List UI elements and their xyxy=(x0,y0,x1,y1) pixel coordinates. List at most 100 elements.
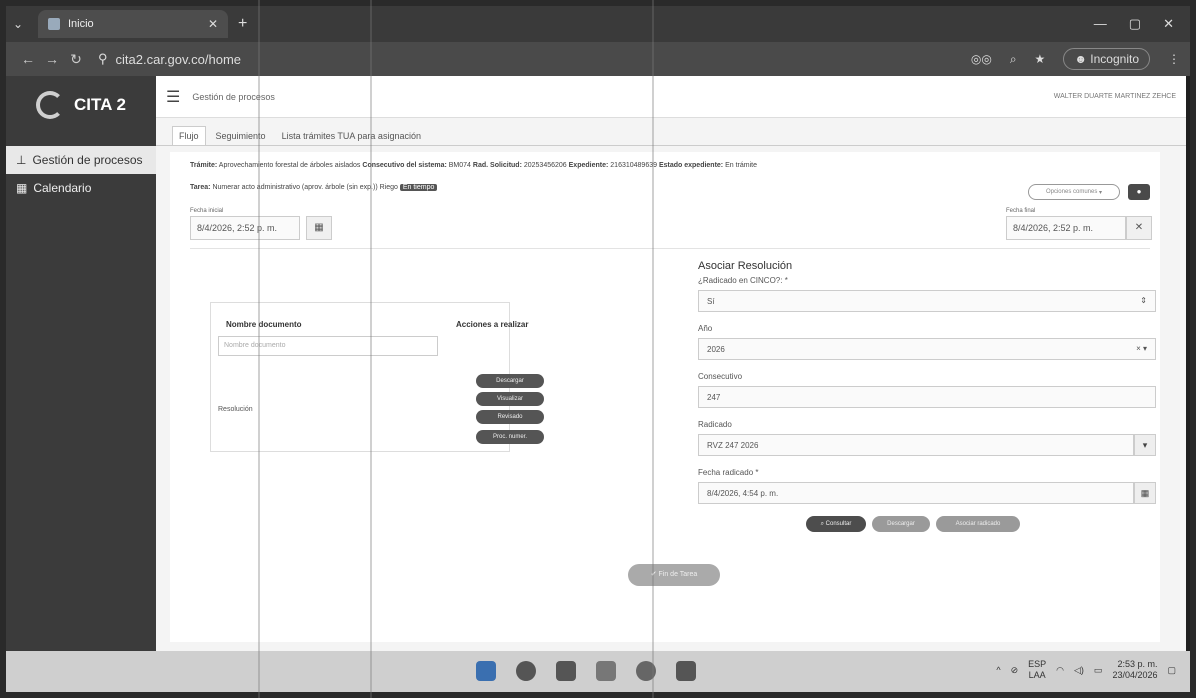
radicado-cinco-value: Sí xyxy=(707,297,715,306)
radicado-cinco-select[interactable]: Sí ⇕ xyxy=(698,290,1156,312)
tramite-value: Aprovechamiento forestal de árboles aisl… xyxy=(218,162,361,169)
end-task-button[interactable]: ✔ Fin de Tarea xyxy=(628,564,720,586)
battery-icon[interactable]: ▭ xyxy=(1094,665,1103,676)
new-tab-icon[interactable]: + xyxy=(238,15,247,33)
middle-action-button[interactable]: Descargar xyxy=(872,516,930,532)
radicado-input[interactable]: RVZ 247 2026 xyxy=(698,434,1134,456)
status-badge: En tiempo xyxy=(399,184,438,191)
app-topbar: ☰ Gestión de procesos WALTER DUARTE MART… xyxy=(156,76,1186,118)
end-task-label: Fin de Tarea xyxy=(658,571,698,578)
photo-artifact-line xyxy=(258,0,260,698)
consecutivo-input[interactable]: 247 xyxy=(698,386,1156,408)
taskbar-apps xyxy=(476,661,696,681)
start-date-label: Fecha inicial xyxy=(190,208,224,214)
browser-tabbar: ⌄ Inicio ✕ + — ▢ ✕ xyxy=(6,6,1190,42)
tab-flujo[interactable]: Flujo xyxy=(172,126,206,145)
tab-lista-tramites[interactable]: Lista trámites TUA para asignación xyxy=(276,127,427,145)
divider xyxy=(190,248,1150,249)
bookmark-star-icon[interactable]: ★ xyxy=(1035,52,1046,66)
logo-icon xyxy=(36,91,64,119)
tab-seguimiento[interactable]: Seguimiento xyxy=(210,127,272,145)
estado-value: En trámite xyxy=(725,162,757,169)
url-field[interactable]: ⚲ cita2.car.gov.co/home xyxy=(98,51,241,67)
sidebar-item-label: Gestión de procesos xyxy=(32,153,143,167)
clear-date-icon[interactable]: ✕ xyxy=(1126,216,1152,240)
close-tab-icon[interactable]: ✕ xyxy=(208,17,218,31)
view-button[interactable]: Visualizar xyxy=(476,392,544,406)
year-value: 2026 xyxy=(707,345,725,354)
volume-icon[interactable]: ◁) xyxy=(1074,665,1084,676)
incognito-badge[interactable]: ☻ Incognito xyxy=(1063,48,1150,70)
zoom-icon[interactable]: ⌕ xyxy=(1010,52,1017,67)
radicado-solicitud-value: 20253456206 xyxy=(523,162,567,169)
calendar-icon[interactable]: ▦ xyxy=(306,216,332,240)
network-status-icon[interactable]: ⊘ xyxy=(1011,665,1019,676)
photo-artifact-line xyxy=(370,0,372,698)
minimize-icon[interactable]: — xyxy=(1094,16,1107,32)
asociar-radicado-button[interactable]: Asociar radicado xyxy=(936,516,1020,532)
consultar-label: Consultar xyxy=(825,521,852,527)
year-select[interactable]: 2026 × ▾ xyxy=(698,338,1156,360)
folder-app-icon[interactable] xyxy=(596,661,616,681)
process-tabs: Flujo Seguimiento Lista trámites TUA par… xyxy=(156,118,1186,146)
incognito-label: Incognito xyxy=(1090,52,1139,66)
calendar-icon[interactable]: ▦ xyxy=(1134,482,1156,504)
back-icon[interactable]: ← xyxy=(16,51,40,67)
doc-row-name: Resolución xyxy=(218,406,253,413)
doc-search-input[interactable]: Nombre documento xyxy=(218,336,438,356)
url-text: cita2.car.gov.co/home xyxy=(115,51,242,67)
start-icon[interactable] xyxy=(476,661,496,681)
reviewed-button[interactable]: Revisado xyxy=(476,410,544,424)
language-indicator[interactable]: ESP LAA xyxy=(1028,659,1046,681)
clock-time: 2:53 p. m. xyxy=(1117,659,1158,669)
radicado-dropdown-icon[interactable]: ▾ xyxy=(1134,434,1156,456)
files-app-icon[interactable] xyxy=(556,661,576,681)
maximize-icon[interactable]: ▢ xyxy=(1129,16,1141,32)
options-action-button[interactable]: ● xyxy=(1128,184,1150,200)
menu-icon[interactable]: ⋮ xyxy=(1168,52,1180,66)
tab-list-icon[interactable]: ⌄ xyxy=(6,17,30,31)
forward-icon[interactable]: → xyxy=(40,51,64,67)
resolution-title: Asociar Resolución xyxy=(698,260,793,272)
glasses-icon[interactable]: ◎◎ xyxy=(971,52,992,66)
common-options-dropdown[interactable]: Opciones comunes ▾ xyxy=(1028,184,1120,200)
user-info[interactable]: WALTER DUARTE MARTINEZ ZEHCE xyxy=(1054,93,1176,100)
sidebar-item-gestion[interactable]: ⊥ Gestión de procesos xyxy=(6,146,156,174)
browser-app-icon[interactable] xyxy=(516,661,536,681)
app-name: CITA 2 xyxy=(74,95,126,114)
end-date-field[interactable]: 8/4/2026, 2:52 p. m. xyxy=(1006,216,1126,240)
clear-and-dropdown-icon: × ▾ xyxy=(1136,344,1147,353)
notification-icon[interactable]: ▢ xyxy=(1167,665,1176,676)
task-info-line: Tarea: Numerar acto administrativo (apro… xyxy=(190,184,438,191)
estado-label: Estado expediente: xyxy=(658,162,724,169)
lang-bottom: LAA xyxy=(1028,670,1046,680)
reload-icon[interactable]: ↻ xyxy=(64,51,88,68)
doc-actions-header: Acciones a realizar xyxy=(456,320,529,329)
browser-window: ⌄ Inicio ✕ + — ▢ ✕ ← → ↻ ⚲ cita2.car.gov… xyxy=(6,6,1190,692)
radicado-solicitud-label: Rad. Solicitud: xyxy=(472,162,522,169)
search-icon: ⌕ xyxy=(820,521,824,527)
system-tray: ^ ⊘ ESP LAA ◠ ◁) ▭ 2:53 p. m. 23/04/2026… xyxy=(996,659,1176,681)
process-card: Trámite: Aprovechamiento forestal de árb… xyxy=(170,152,1160,642)
sidebar-item-calendario[interactable]: ▦ Calendario xyxy=(6,174,156,202)
tarea-label: Tarea: xyxy=(190,184,211,191)
tramite-label: Trámite: xyxy=(190,162,218,169)
address-actions: ◎◎ ⌕ ★ ☻ Incognito ⋮ xyxy=(971,48,1180,70)
close-window-icon[interactable]: ✕ xyxy=(1163,16,1174,32)
fecha-radicado-input[interactable]: 8/4/2026, 4:54 p. m. xyxy=(698,482,1134,504)
incognito-icon: ☻ xyxy=(1074,52,1087,66)
expediente-label: Expediente: xyxy=(568,162,609,169)
browser-tab[interactable]: Inicio ✕ xyxy=(38,10,228,38)
site-info-icon[interactable]: ⚲ xyxy=(98,51,108,67)
store-app-icon[interactable] xyxy=(676,661,696,681)
start-date-field[interactable]: 8/4/2026, 2:52 p. m. xyxy=(190,216,300,240)
user-name: WALTER DUARTE MARTINEZ ZEHCE xyxy=(1053,93,1176,100)
expediente-value: 216310489639 xyxy=(610,162,657,169)
process-number-button[interactable]: Proc. numer. xyxy=(476,430,544,444)
clock[interactable]: 2:53 p. m. 23/04/2026 xyxy=(1112,659,1157,681)
chevron-up-icon[interactable]: ^ xyxy=(996,665,1000,675)
download-button[interactable]: Descargar xyxy=(476,374,544,388)
hamburger-icon[interactable]: ☰ xyxy=(166,87,180,107)
wifi-icon[interactable]: ◠ xyxy=(1056,665,1064,676)
consultar-button[interactable]: ⌕ Consultar xyxy=(806,516,866,532)
